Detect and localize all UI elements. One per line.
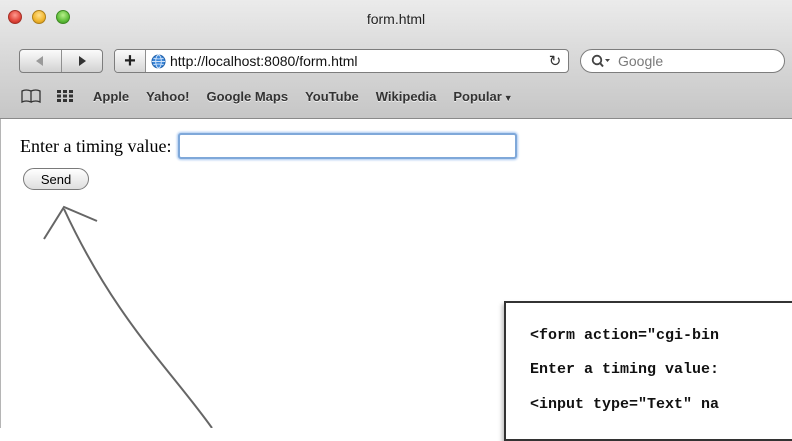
reload-icon[interactable]: ↻: [542, 52, 568, 70]
address-bar[interactable]: + http://localhost:8080/form.html ↻: [114, 49, 569, 73]
forward-arrow-icon: [78, 56, 86, 66]
search-box[interactable]: [580, 49, 785, 73]
url-text[interactable]: http://localhost:8080/form.html: [170, 53, 542, 69]
top-sites-grid-icon[interactable]: [57, 90, 73, 102]
add-bookmark-button[interactable]: +: [115, 50, 146, 72]
chevron-down-icon: ▼: [503, 92, 513, 103]
code-line-label: Enter a timing value:: [530, 361, 720, 378]
forward-button[interactable]: [60, 50, 103, 72]
popular-label: Popular: [453, 88, 502, 104]
browser-window: form.html + http://localhost:8080/form.h…: [0, 0, 792, 441]
bookmark-youtube[interactable]: YouTube: [305, 89, 359, 104]
search-input[interactable]: [616, 52, 760, 70]
bookmark-google-maps[interactable]: Google Maps: [206, 89, 288, 104]
window-title: form.html: [366, 11, 426, 27]
search-icon: [591, 54, 611, 68]
code-snippet-callout: <form action="cgi-bin Enter a timing val…: [504, 301, 792, 441]
back-arrow-icon: [36, 56, 44, 66]
bookmarks-book-icon[interactable]: [21, 89, 41, 103]
code-line-input: <input type="Text" na: [530, 396, 720, 413]
bookmark-apple[interactable]: Apple: [93, 89, 129, 104]
back-button[interactable]: [20, 50, 61, 72]
page-content: Enter a timing value: Send <form action=…: [0, 119, 792, 441]
bookmarks-bar: Apple Yahoo! Google Maps YouTube Wikiped…: [0, 84, 792, 108]
bookmark-yahoo[interactable]: Yahoo!: [146, 89, 189, 104]
browser-chrome: form.html + http://localhost:8080/form.h…: [0, 0, 792, 119]
globe-icon: [151, 53, 166, 69]
history-nav-group: [19, 49, 103, 73]
bookmark-popular-menu[interactable]: Popular ▼: [453, 89, 512, 104]
bookmark-wikipedia[interactable]: Wikipedia: [376, 89, 437, 104]
code-line-form: <form action="cgi-bin: [530, 327, 720, 344]
